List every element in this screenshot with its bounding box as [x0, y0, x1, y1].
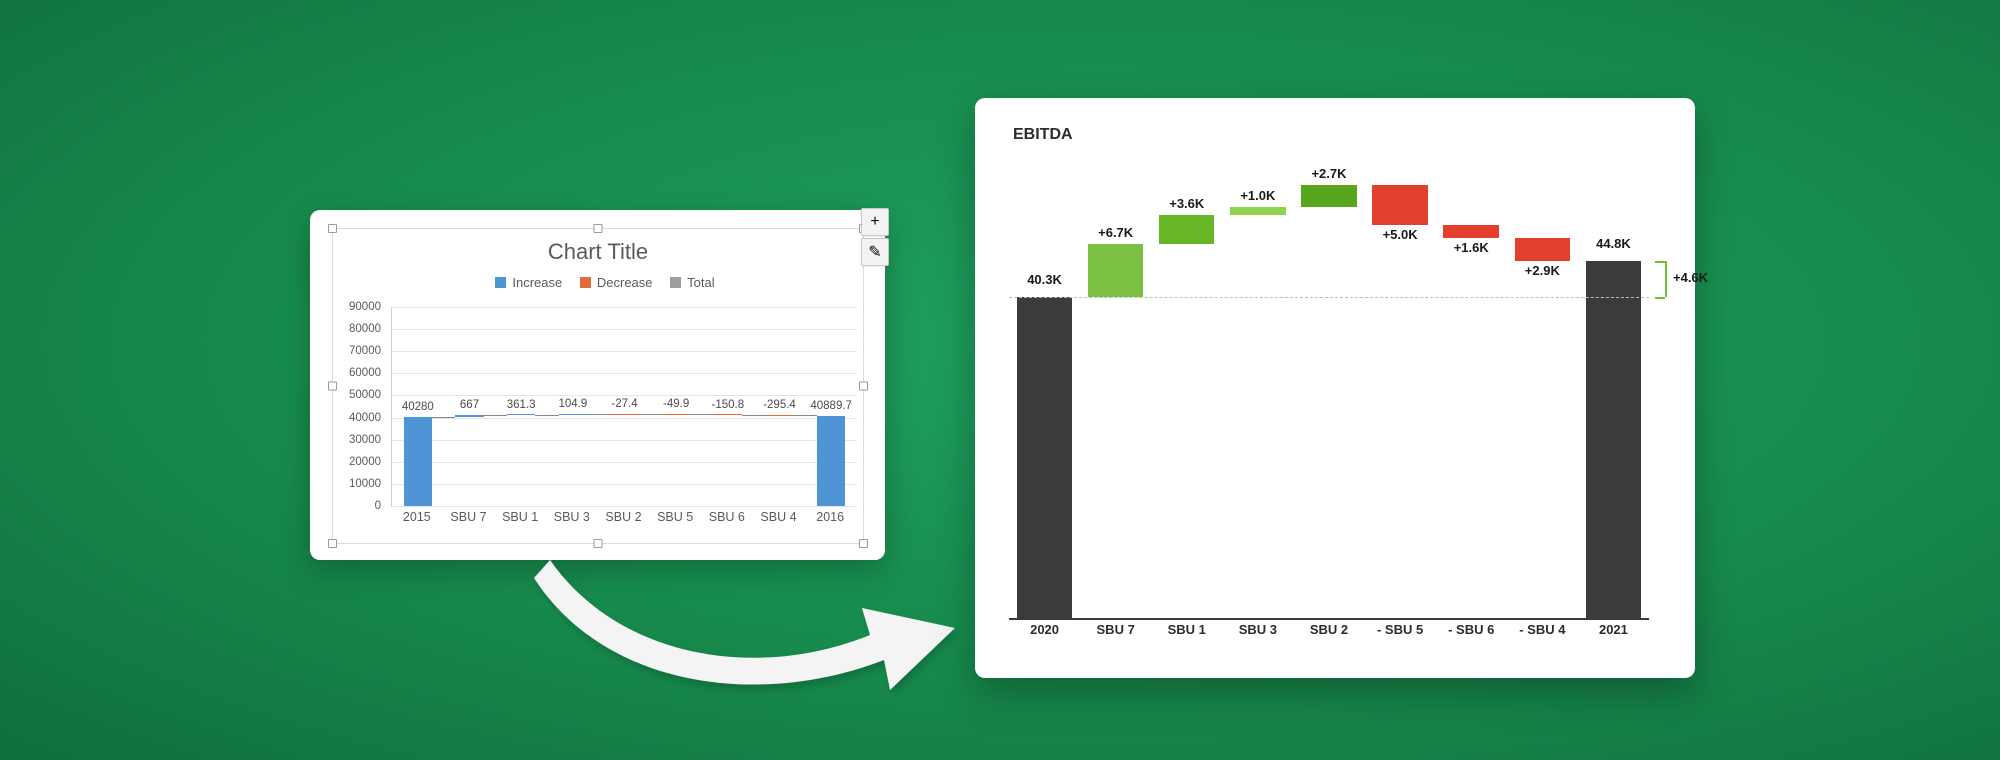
y-tick: 60000	[339, 367, 381, 379]
bar	[1372, 185, 1427, 225]
x-tick: SBU 3	[1239, 622, 1277, 637]
bar	[1586, 261, 1641, 618]
difference-label: +4.6K	[1673, 270, 1708, 285]
bar	[714, 414, 742, 415]
y-tick: 10000	[339, 478, 381, 490]
bar	[817, 416, 845, 506]
y-tick: 20000	[339, 456, 381, 468]
x-tick: SBU 1	[502, 510, 538, 524]
x-tick: 2021	[1599, 622, 1628, 637]
chart-title: EBITDA	[1013, 126, 1073, 144]
x-tick: SBU 2	[1310, 622, 1348, 637]
data-label: +6.7K	[1098, 225, 1133, 240]
bar	[507, 414, 535, 415]
chart-title[interactable]: Chart Title	[333, 239, 863, 265]
x-tick: SBU 4	[760, 510, 796, 524]
chart-legend: Increase Decrease Total	[333, 275, 863, 290]
x-tick: 2015	[403, 510, 431, 524]
y-tick: 90000	[339, 301, 381, 313]
data-label: +5.0K	[1383, 227, 1418, 242]
x-tick: SBU 6	[709, 510, 745, 524]
x-tick: - SBU 4	[1519, 622, 1565, 637]
x-tick: - SBU 5	[1377, 622, 1423, 637]
x-tick: SBU 5	[657, 510, 693, 524]
resize-handle[interactable]	[328, 382, 337, 391]
x-tick: SBU 3	[554, 510, 590, 524]
resize-handle[interactable]	[328, 224, 337, 233]
bar	[662, 414, 690, 415]
data-label: -295.4	[763, 399, 796, 411]
excel-chart-selection[interactable]: Chart Title Increase Decrease Total 0 100…	[332, 228, 864, 544]
data-label: 40280	[402, 401, 434, 413]
plot-area: 40.3K +6.7K +3.6K +1.0K +2.7K +5.0K +1.6K +2.9K…	[1009, 148, 1649, 620]
bar	[1301, 185, 1356, 207]
y-tick: 40000	[339, 412, 381, 424]
transform-arrow-icon	[510, 540, 970, 710]
x-tick: 2016	[816, 510, 844, 524]
x-tick: SBU 7	[450, 510, 486, 524]
legend-swatch-total	[670, 277, 681, 288]
data-label: -150.8	[712, 399, 745, 411]
bar	[1017, 297, 1072, 618]
y-tick: 0	[339, 500, 381, 512]
y-tick: 70000	[339, 345, 381, 357]
brush-icon: ✎	[868, 242, 881, 262]
styled-waterfall-card: EBITDA 40.3K +6.7K +3.6K +1.0K +2.7K +5.0K +1.…	[975, 98, 1695, 678]
data-label: 104.9	[558, 398, 587, 410]
data-label: +3.6K	[1169, 196, 1204, 211]
data-label: 361.3	[507, 399, 536, 411]
y-axis: 0100002000030000400005000060000700008000…	[339, 307, 381, 506]
legend-swatch-decrease	[580, 277, 591, 288]
x-axis: 2020 SBU 7 SBU 1 SBU 3 SBU 2 - SBU 5 - SBU 6 - …	[1009, 622, 1649, 652]
resize-handle[interactable]	[859, 382, 868, 391]
data-label: 44.8K	[1596, 236, 1631, 251]
excel-chart-card: Chart Title Increase Decrease Total 0 100…	[310, 210, 885, 560]
legend-label-total: Total	[687, 275, 714, 290]
legend-label-decrease: Decrease	[597, 275, 653, 290]
data-label: 40.3K	[1027, 272, 1062, 287]
y-tick: 30000	[339, 434, 381, 446]
y-tick: 50000	[339, 389, 381, 401]
bar	[559, 414, 587, 415]
bar	[1443, 225, 1498, 238]
x-axis: 2015 SBU 7 SBU 1 SBU 3 SBU 2 SBU 5 SBU 6 SBU 4 2…	[391, 510, 856, 538]
data-label: +1.6K	[1454, 240, 1489, 255]
legend-label-increase: Increase	[512, 275, 562, 290]
plus-icon: +	[870, 213, 879, 231]
x-tick: SBU 2	[605, 510, 641, 524]
data-label: +2.7K	[1311, 166, 1346, 181]
plot-area: 40280 667 361.3 104.9 -27.4 -49.9 -150.8 -295.4…	[391, 307, 857, 507]
x-tick: - SBU 6	[1448, 622, 1494, 637]
x-tick: SBU 7	[1097, 622, 1135, 637]
data-label: -49.9	[663, 398, 689, 410]
resize-handle[interactable]	[594, 224, 603, 233]
x-tick: SBU 1	[1168, 622, 1206, 637]
bar	[455, 415, 483, 416]
bar	[765, 415, 793, 416]
resize-handle[interactable]	[594, 539, 603, 548]
data-label: 667	[460, 399, 479, 411]
bar	[1230, 207, 1285, 215]
chart-style-button[interactable]: ✎	[861, 238, 889, 266]
bar	[404, 417, 432, 506]
data-label: +1.0K	[1240, 188, 1275, 203]
legend-swatch-increase	[495, 277, 506, 288]
bar	[1159, 215, 1214, 244]
resize-handle[interactable]	[859, 539, 868, 548]
data-label: +2.9K	[1525, 263, 1560, 278]
data-label: -27.4	[611, 398, 637, 410]
resize-handle[interactable]	[328, 539, 337, 548]
bar	[1088, 244, 1143, 297]
bar	[1515, 238, 1570, 261]
y-tick: 80000	[339, 323, 381, 335]
data-label: 40889.7	[810, 400, 852, 412]
chart-add-element-button[interactable]: +	[861, 208, 889, 236]
bar	[610, 414, 638, 415]
x-tick: 2020	[1030, 622, 1059, 637]
